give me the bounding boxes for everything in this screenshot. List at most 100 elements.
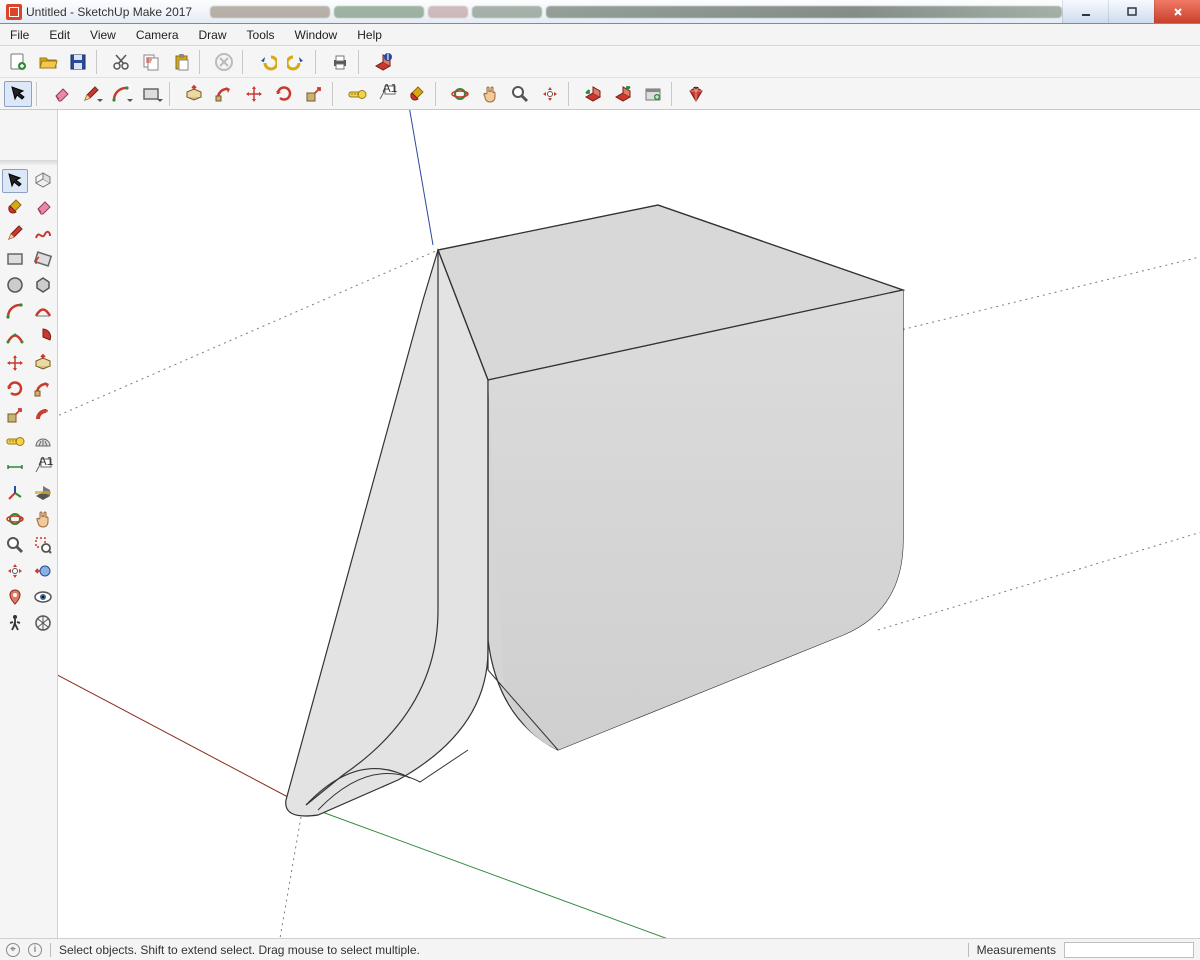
walk-icon[interactable]: [2, 611, 28, 635]
geo-info-icon[interactable]: ⌖: [6, 943, 20, 957]
scale-icon[interactable]: [2, 403, 28, 427]
open-file-button[interactable]: [34, 49, 62, 75]
two-point-arc-icon[interactable]: [30, 299, 56, 323]
print-button[interactable]: [326, 49, 354, 75]
window-maximize-button[interactable]: [1108, 0, 1154, 23]
toggle-xray-icon[interactable]: [30, 611, 56, 635]
toolbar-separator: [568, 82, 575, 106]
eraser-icon[interactable]: [30, 195, 56, 219]
delete-button[interactable]: [210, 49, 238, 75]
ruby-console-button[interactable]: [682, 81, 710, 107]
rotated-rectangle-icon[interactable]: [30, 247, 56, 271]
polygon-icon[interactable]: [30, 273, 56, 297]
cut-button[interactable]: [107, 49, 135, 75]
menu-draw[interactable]: Draw: [189, 24, 237, 45]
push-pull-icon[interactable]: [30, 351, 56, 375]
rotate-tool-button[interactable]: [270, 81, 298, 107]
menu-view[interactable]: View: [80, 24, 126, 45]
text-label-icon[interactable]: [30, 455, 56, 479]
undo-button[interactable]: [253, 49, 281, 75]
credits-info-icon[interactable]: i: [28, 943, 42, 957]
save-file-button[interactable]: [64, 49, 92, 75]
standard-toolbar: [0, 46, 1200, 78]
window-minimize-button[interactable]: [1062, 0, 1108, 23]
pencil-tool-button[interactable]: [77, 81, 105, 107]
move-tool-button[interactable]: [240, 81, 268, 107]
orbit-icon[interactable]: [2, 507, 28, 531]
pan-button[interactable]: [476, 81, 504, 107]
paste-button[interactable]: [167, 49, 195, 75]
new-file-button[interactable]: [4, 49, 32, 75]
dimension-icon[interactable]: [2, 455, 28, 479]
measurements-label: Measurements: [977, 943, 1056, 957]
toolbar-separator: [358, 50, 365, 74]
background-window-tabs: [210, 0, 1062, 23]
three-point-arc-icon[interactable]: [2, 325, 28, 349]
zoom-icon[interactable]: [2, 533, 28, 557]
extension-warehouse-button[interactable]: [639, 81, 667, 107]
offset-icon[interactable]: [30, 403, 56, 427]
share-model-button[interactable]: [609, 81, 637, 107]
menu-tools[interactable]: Tools: [237, 24, 285, 45]
rotate-icon[interactable]: [2, 377, 28, 401]
menu-help[interactable]: Help: [347, 24, 392, 45]
copy-button[interactable]: [137, 49, 165, 75]
toolbar-separator: [671, 82, 678, 106]
text-label-button[interactable]: [373, 81, 401, 107]
menu-edit[interactable]: Edit: [39, 24, 80, 45]
menu-window[interactable]: Window: [285, 24, 348, 45]
menu-file[interactable]: File: [0, 24, 39, 45]
status-hint: Select objects. Shift to extend select. …: [59, 943, 420, 957]
menu-camera[interactable]: Camera: [126, 24, 189, 45]
protractor-icon[interactable]: [30, 429, 56, 453]
freehand-icon[interactable]: [30, 221, 56, 245]
get-models-button[interactable]: [579, 81, 607, 107]
sketchup-appicon: [6, 4, 22, 20]
menu-bar: File Edit View Camera Draw Tools Window …: [0, 24, 1200, 46]
previous-view-icon[interactable]: [30, 559, 56, 583]
make-component-icon[interactable]: [30, 169, 56, 193]
paint-bucket-icon[interactable]: [2, 195, 28, 219]
eraser-tool-button[interactable]: [47, 81, 75, 107]
section-plane-icon[interactable]: [30, 481, 56, 505]
large-toolset-toolbar: [0, 78, 1200, 110]
circle-icon[interactable]: [2, 273, 28, 297]
window-close-button[interactable]: [1154, 0, 1200, 23]
follow-me-icon[interactable]: [30, 377, 56, 401]
zoom-button[interactable]: [506, 81, 534, 107]
move-icon[interactable]: [2, 351, 28, 375]
pie-icon[interactable]: [30, 325, 56, 349]
arc-icon[interactable]: [2, 299, 28, 323]
rectangle-tool-button[interactable]: [137, 81, 165, 107]
followme-tool-button[interactable]: [210, 81, 238, 107]
arc-tool-button[interactable]: [107, 81, 135, 107]
measurements-input[interactable]: [1064, 942, 1194, 958]
pushpull-tool-button[interactable]: [180, 81, 208, 107]
model-viewport[interactable]: [58, 110, 1200, 938]
pencil-icon[interactable]: [2, 221, 28, 245]
status-bar: ⌖ i Select objects. Shift to extend sele…: [0, 938, 1200, 960]
axes-icon[interactable]: [2, 481, 28, 505]
zoom-extents-icon[interactable]: [2, 559, 28, 583]
dropdown-icon: [157, 99, 163, 105]
rectangle-icon[interactable]: [2, 247, 28, 271]
orbit-button[interactable]: [446, 81, 474, 107]
tape-measure-icon[interactable]: [2, 429, 28, 453]
window-titlebar: Untitled - SketchUp Make 2017: [0, 0, 1200, 24]
zoom-window-icon[interactable]: [30, 533, 56, 557]
select-tool-icon[interactable]: [2, 169, 28, 193]
paint-bucket-button[interactable]: [403, 81, 431, 107]
status-separator: [968, 943, 969, 957]
status-separator: [50, 943, 51, 957]
zoom-extents-button[interactable]: [536, 81, 564, 107]
redo-button[interactable]: [283, 49, 311, 75]
scale-tool-button[interactable]: [300, 81, 328, 107]
model-info-button[interactable]: [369, 49, 397, 75]
look-around-icon[interactable]: [30, 585, 56, 609]
window-title: Untitled - SketchUp Make 2017: [26, 5, 192, 19]
tape-measure-button[interactable]: [343, 81, 371, 107]
position-camera-icon[interactable]: [2, 585, 28, 609]
pan-icon[interactable]: [30, 507, 56, 531]
toolbar-separator: [36, 82, 43, 106]
select-tool-button[interactable]: [4, 81, 32, 107]
